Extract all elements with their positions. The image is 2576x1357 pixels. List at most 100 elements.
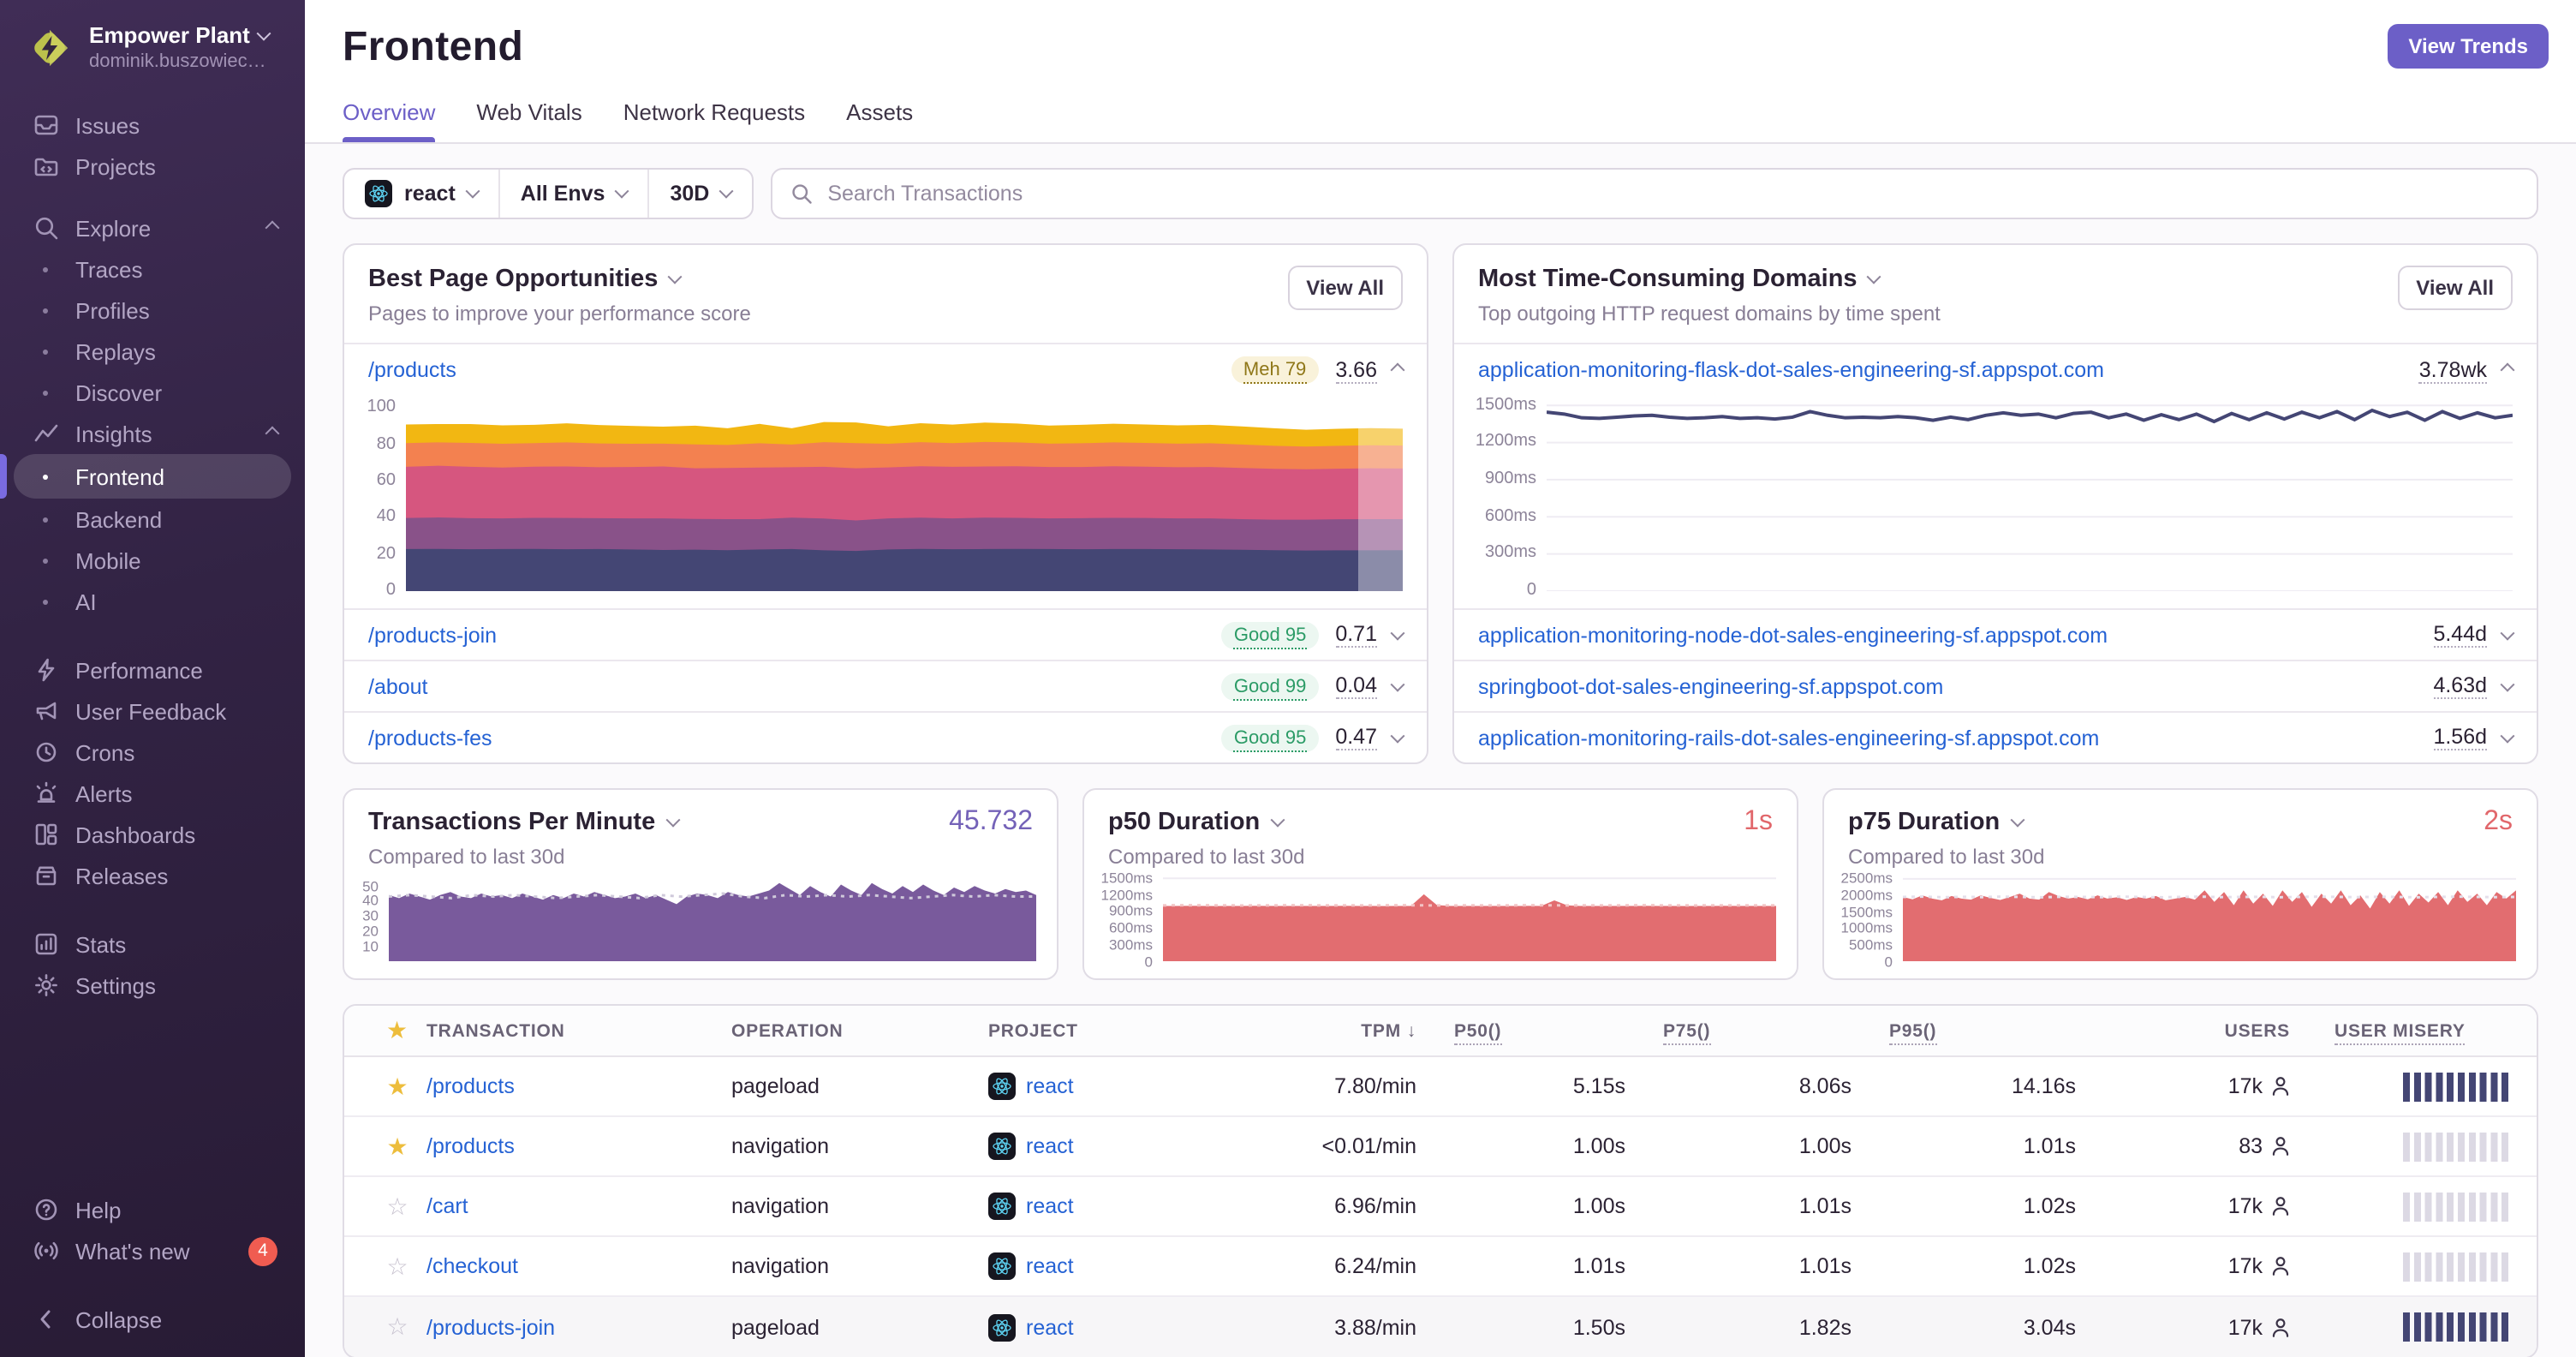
project-cell[interactable]: react <box>988 1193 1259 1220</box>
transaction-link[interactable]: /checkout <box>426 1254 731 1278</box>
tab-network-requests[interactable]: Network Requests <box>623 99 805 142</box>
page-link[interactable]: /products-join <box>368 623 497 647</box>
org-switcher[interactable]: Empower Plant dominik.buszowiec… <box>14 0 291 74</box>
domain-link[interactable]: application-monitoring-flask-dot-sales-e… <box>1478 358 2104 382</box>
favorite-star-icon[interactable]: ☆ <box>368 1312 426 1342</box>
domain-row[interactable]: springboot-dot-sales-engineering-sf.apps… <box>1454 661 2537 711</box>
sidebar-item-projects[interactable]: Projects <box>14 146 291 187</box>
search-input[interactable] <box>827 182 2519 206</box>
domain-link[interactable]: springboot-dot-sales-engineering-sf.apps… <box>1478 674 1943 698</box>
favorite-star-icon[interactable]: ★ <box>368 1072 426 1101</box>
project-cell[interactable]: react <box>988 1133 1259 1160</box>
sidebar-item-stats[interactable]: Stats <box>14 924 291 965</box>
expand-chevron-icon[interactable] <box>1390 676 1405 691</box>
opportunity-row[interactable]: /products-join Good 95 0.71 <box>344 610 1427 660</box>
project-filter[interactable]: react <box>344 170 498 218</box>
sidebar-collapse-button[interactable]: Collapse <box>14 1299 291 1340</box>
view-all-button[interactable]: View All <box>2397 266 2513 310</box>
domain-row[interactable]: application-monitoring-node-dot-sales-en… <box>1454 610 2537 660</box>
project-cell[interactable]: react <box>988 1252 1259 1280</box>
transaction-link[interactable]: /products <box>426 1134 731 1158</box>
page-link[interactable]: /products <box>368 358 456 382</box>
chevron-down-icon[interactable] <box>1867 269 1882 284</box>
opportunity-row[interactable]: /products Meh 79 3.66 <box>344 344 1427 396</box>
sidebar-item-dashboards[interactable]: Dashboards <box>14 814 291 855</box>
sidebar-item-traces[interactable]: Traces <box>14 248 291 290</box>
table-row[interactable]: ☆ /products-join pageload react 3.88/min… <box>344 1297 2537 1357</box>
project-cell[interactable]: react <box>988 1073 1259 1100</box>
favorite-star-icon[interactable]: ★ <box>368 1132 426 1161</box>
sidebar-item-performance[interactable]: Performance <box>14 649 291 690</box>
tpm-chart[interactable]: 50 40 30 20 10 <box>344 869 1057 961</box>
opportunity-row[interactable]: /about Good 99 0.04 <box>344 661 1427 711</box>
table-row[interactable]: ☆ /cart navigation react 6.96/min 1.00s … <box>344 1177 2537 1237</box>
p75-chart[interactable]: 2500ms 2000ms 1500ms 1000ms 500ms 0 <box>1824 869 2537 968</box>
domain-link[interactable]: application-monitoring-rails-dot-sales-e… <box>1478 726 2099 750</box>
tab-overview[interactable]: Overview <box>343 99 436 142</box>
domain-row[interactable]: application-monitoring-rails-dot-sales-e… <box>1454 713 2537 762</box>
chevron-up-icon[interactable] <box>265 220 280 236</box>
chevron-down-icon[interactable] <box>2009 812 2024 828</box>
tab-web-vitals[interactable]: Web Vitals <box>476 99 581 142</box>
sidebar-item-backend[interactable]: Backend <box>14 499 291 540</box>
sidebar-item-crons[interactable]: Crons <box>14 732 291 773</box>
domain-link[interactable]: application-monitoring-node-dot-sales-en… <box>1478 623 2108 647</box>
page-link[interactable]: /products-fes <box>368 726 492 750</box>
domain-row[interactable]: application-monitoring-flask-dot-sales-e… <box>1454 344 2537 396</box>
favorite-star-icon[interactable]: ☆ <box>368 1252 426 1281</box>
sidebar-item-insights[interactable]: Insights <box>14 413 291 454</box>
expand-chevron-icon[interactable] <box>2500 625 2515 640</box>
search-transactions-box[interactable] <box>771 168 2538 219</box>
expand-chevron-icon[interactable] <box>2500 362 2515 378</box>
col-p75[interactable]: P75() <box>1625 1020 1852 1044</box>
transaction-link[interactable]: /cart <box>426 1194 731 1218</box>
col-project[interactable]: PROJECT <box>988 1020 1259 1041</box>
project-cell[interactable]: react <box>988 1313 1259 1341</box>
table-row[interactable]: ★ /products pageload react 7.80/min 5.15… <box>344 1057 2537 1117</box>
expand-chevron-icon[interactable] <box>1390 362 1405 378</box>
col-tpm-sorted[interactable]: TPM ↓ <box>1259 1020 1416 1041</box>
table-row[interactable]: ★ /products navigation react <0.01/min 1… <box>344 1117 2537 1177</box>
transaction-link[interactable]: /products <box>426 1074 731 1098</box>
sidebar-item-alerts[interactable]: Alerts <box>14 773 291 814</box>
sidebar-item-whats-new[interactable]: What's new 4 <box>14 1230 291 1271</box>
sidebar-item-user-feedback[interactable]: User Feedback <box>14 690 291 732</box>
sidebar-item-explore[interactable]: Explore <box>14 207 291 248</box>
favorite-star-icon[interactable]: ☆ <box>368 1192 426 1221</box>
sidebar-item-discover[interactable]: Discover <box>14 372 291 413</box>
sidebar-item-settings[interactable]: Settings <box>14 965 291 1006</box>
environment-filter[interactable]: All Envs <box>498 170 648 218</box>
sidebar-item-help[interactable]: Help <box>14 1189 291 1230</box>
col-users[interactable]: USERS <box>2076 1020 2290 1041</box>
sidebar-item-issues[interactable]: Issues <box>14 105 291 146</box>
view-all-button[interactable]: View All <box>1287 266 1403 310</box>
expand-chevron-icon[interactable] <box>1390 727 1405 743</box>
chevron-down-icon[interactable] <box>665 812 680 828</box>
page-link[interactable]: /about <box>368 674 428 698</box>
tab-assets[interactable]: Assets <box>846 99 913 142</box>
p50-chart[interactable]: 1500ms 1200ms 900ms 600ms 300ms 0 <box>1084 869 1797 968</box>
sidebar-item-releases[interactable]: Releases <box>14 855 291 896</box>
table-row[interactable]: ☆ /checkout navigation react 6.24/min 1.… <box>344 1237 2537 1297</box>
sidebar-item-profiles[interactable]: Profiles <box>14 290 291 331</box>
date-range-filter[interactable]: 30D <box>647 170 752 218</box>
col-operation[interactable]: OPERATION <box>731 1020 988 1041</box>
col-p50[interactable]: P50() <box>1416 1020 1625 1044</box>
expand-chevron-icon[interactable] <box>2500 676 2515 691</box>
expand-chevron-icon[interactable] <box>2500 727 2515 743</box>
chevron-down-icon[interactable] <box>1269 812 1285 828</box>
sidebar-item-replays[interactable]: Replays <box>14 331 291 372</box>
page-score-stacked-chart[interactable]: 100 80 60 40 20 0 <box>344 396 1427 608</box>
col-p95[interactable]: P95() <box>1852 1020 2076 1044</box>
opportunity-row[interactable]: /products-fes Good 95 0.47 <box>344 713 1427 762</box>
chevron-up-icon[interactable] <box>265 426 280 441</box>
transaction-link[interactable]: /products-join <box>426 1315 731 1339</box>
view-trends-button[interactable]: View Trends <box>2388 24 2549 69</box>
sidebar-item-ai[interactable]: AI <box>14 581 291 622</box>
col-user-misery[interactable]: USER MISERY <box>2290 1020 2513 1044</box>
chevron-down-icon[interactable] <box>667 269 683 284</box>
domain-time-line-chart[interactable]: 1500ms 1200ms 900ms 600ms 300ms 0 <box>1454 396 2537 608</box>
sidebar-item-frontend[interactable]: Frontend <box>0 454 291 499</box>
col-transaction[interactable]: TRANSACTION <box>426 1020 731 1041</box>
sidebar-item-mobile[interactable]: Mobile <box>14 540 291 581</box>
